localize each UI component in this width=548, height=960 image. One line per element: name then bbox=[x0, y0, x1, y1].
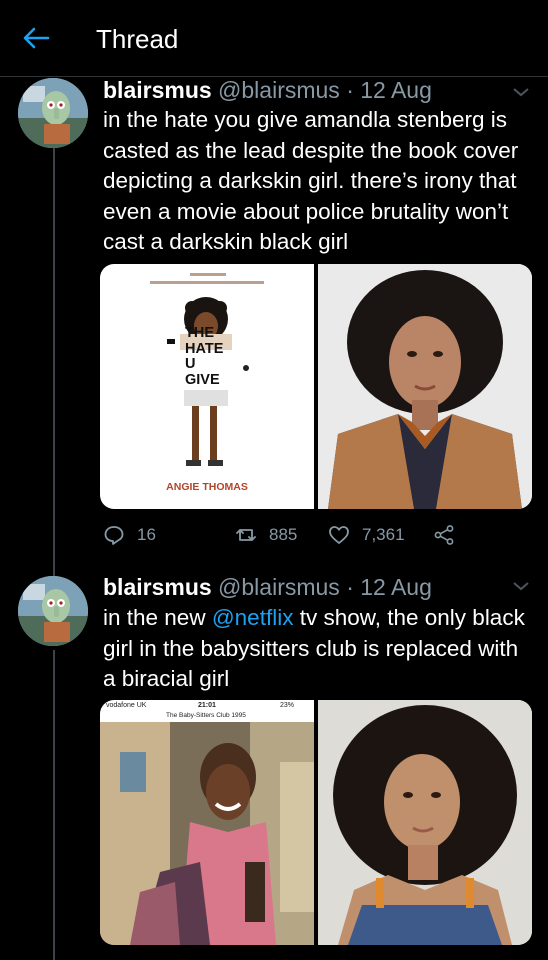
reply-icon bbox=[104, 526, 124, 545]
chevron-down-icon[interactable] bbox=[512, 580, 530, 592]
book-title-line: U bbox=[185, 356, 196, 372]
book-title-line: THE bbox=[185, 325, 214, 341]
like-button[interactable]: 7,361 bbox=[328, 520, 405, 550]
tweet-text: in the new @netflix tv show, the only bl… bbox=[103, 603, 535, 695]
mention-link[interactable]: @netflix bbox=[212, 605, 294, 630]
retweet-icon bbox=[236, 529, 256, 541]
book-title-line: HATE bbox=[185, 340, 224, 357]
chevron-down-icon[interactable] bbox=[512, 86, 530, 98]
battery-label: 23% bbox=[280, 702, 295, 709]
handle[interactable]: @blairsmus bbox=[218, 574, 340, 600]
display-name[interactable]: blairsmus bbox=[103, 574, 212, 600]
tweet-date[interactable]: 12 Aug bbox=[360, 77, 432, 103]
tweet-header: blairsmus @blairsmus · 12 Aug bbox=[103, 574, 432, 601]
reply-button[interactable]: 16 bbox=[103, 520, 156, 550]
book-title: THE HATE U GIVE bbox=[185, 325, 224, 388]
tweet-text: in the hate you give amandla stenberg is… bbox=[103, 107, 519, 254]
phone-status-bar: vodafone UK 21:01 23% bbox=[100, 700, 314, 712]
top-bar: Thread bbox=[0, 0, 548, 77]
separator: · bbox=[346, 77, 354, 103]
display-name[interactable]: blairsmus bbox=[103, 77, 212, 103]
tweet-actions: 16 885 7,361 bbox=[103, 520, 523, 550]
separator: · bbox=[346, 574, 354, 600]
thread-connector bbox=[53, 650, 55, 960]
handle[interactable]: @blairsmus bbox=[218, 77, 340, 103]
tweet-header: blairsmus @blairsmus · 12 Aug bbox=[103, 77, 432, 104]
actor-photo[interactable] bbox=[318, 264, 532, 509]
actor-photo[interactable] bbox=[318, 700, 532, 945]
avatar[interactable] bbox=[18, 576, 88, 646]
book-title-line: GIVE bbox=[185, 371, 220, 388]
like-count: 7,361 bbox=[362, 525, 405, 544]
like-icon bbox=[329, 526, 349, 544]
tweet-date[interactable]: 12 Aug bbox=[360, 574, 432, 600]
phone-app-title: The Baby-Sitters Club 1995 bbox=[166, 712, 246, 719]
share-button[interactable] bbox=[433, 520, 455, 550]
show-screenshot-image[interactable]: vodafone UK 21:01 23% The Baby-Sitters C… bbox=[100, 700, 314, 945]
tweet-media[interactable]: vodafone UK 21:01 23% The Baby-Sitters C… bbox=[100, 700, 532, 945]
reply-count: 16 bbox=[137, 525, 156, 544]
thread-connector bbox=[53, 135, 55, 580]
retweet-count: 885 bbox=[269, 525, 298, 544]
share-icon bbox=[434, 525, 454, 545]
tweet-media[interactable]: THE HATE U GIVE ANGIE THOMAS bbox=[100, 264, 532, 509]
page-title: Thread bbox=[96, 24, 179, 54]
avatar[interactable] bbox=[18, 78, 88, 148]
tweet-text-segment: in the new bbox=[103, 605, 212, 630]
book-cover-image[interactable]: THE HATE U GIVE ANGIE THOMAS bbox=[100, 264, 314, 509]
book-author: ANGIE THOMAS bbox=[166, 481, 248, 493]
carrier-label: vodafone UK bbox=[106, 702, 147, 709]
back-arrow-icon[interactable] bbox=[22, 26, 50, 50]
clock-label: 21:01 bbox=[198, 702, 216, 709]
retweet-button[interactable]: 885 bbox=[235, 520, 297, 550]
